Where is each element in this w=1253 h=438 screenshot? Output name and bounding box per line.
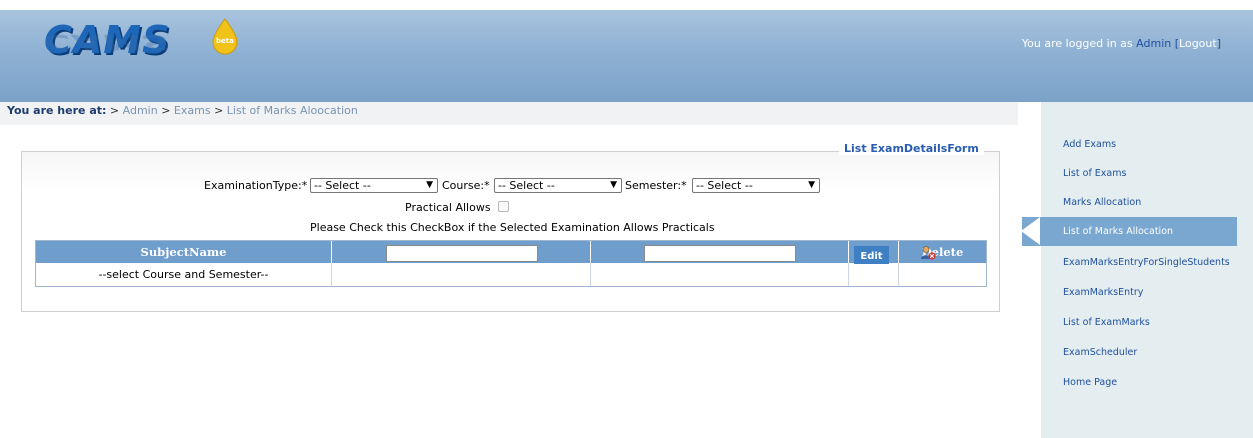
- sidebar-item-list-of-exam-marks[interactable]: List of ExamMarks: [1063, 317, 1150, 328]
- edit-button[interactable]: Edit: [854, 246, 889, 264]
- examination-type-value: -- Select --: [314, 179, 371, 192]
- course-label: Course:*: [442, 179, 490, 192]
- breadcrumb-label: You are here at:: [7, 104, 107, 117]
- user-link[interactable]: Admin: [1136, 37, 1171, 50]
- login-prefix: You are logged in as: [1021, 37, 1133, 50]
- practical-note: Please Check this CheckBox if the Select…: [310, 221, 715, 234]
- breadcrumb-admin[interactable]: Admin: [123, 104, 158, 117]
- column-header-subject-name[interactable]: SubjectName: [36, 241, 332, 263]
- chevron-down-icon: ▼: [808, 180, 815, 190]
- breadcrumb-current[interactable]: List of Marks Aloocation: [227, 104, 358, 117]
- breadcrumb-exams[interactable]: Exams: [174, 104, 211, 117]
- sidebar-active-label: List of Marks Allocation: [1063, 226, 1174, 237]
- sidebar-item-list-of-exams[interactable]: List of Exams: [1063, 168, 1126, 179]
- semester-select[interactable]: -- Select -- ▼: [692, 178, 820, 193]
- sidebar-item-add-exams[interactable]: Add Exams: [1063, 139, 1116, 150]
- cams-logo: CAMS CAMS beta: [40, 16, 270, 86]
- sidebar-item-exam-scheduler[interactable]: ExamScheduler: [1063, 347, 1137, 358]
- delete-user-icon[interactable]: [920, 246, 936, 260]
- form-legend: List ExamDetailsForm: [839, 142, 984, 155]
- semester-label: Semester:*: [625, 179, 687, 192]
- table-row-subject: --select Course and Semester--: [36, 263, 332, 286]
- chevron-down-icon: ▼: [426, 180, 433, 190]
- logo-reflection: CAMS: [44, 29, 171, 54]
- sidebar-item-exam-marks-entry[interactable]: ExamMarksEntry: [1063, 287, 1143, 298]
- logout-link[interactable]: Logout: [1179, 37, 1217, 50]
- chevron-down-icon: ▼: [610, 180, 617, 190]
- sidebar: Add Exams List of Exams Marks Allocation…: [1041, 102, 1253, 438]
- sidebar-item-home-page[interactable]: Home Page: [1063, 377, 1117, 388]
- breadcrumb: You are here at: > Admin > Exams > List …: [0, 102, 1018, 125]
- semester-value: -- Select --: [696, 179, 753, 192]
- course-select[interactable]: -- Select -- ▼: [494, 178, 622, 193]
- table-row-maximum-marks-cell: [332, 263, 591, 286]
- breadcrumb-separator: >: [214, 104, 224, 117]
- breadcrumb-separator: >: [161, 104, 171, 117]
- logout-bracket-close: ]: [1216, 37, 1221, 50]
- breadcrumb-separator: >: [109, 104, 120, 117]
- practical-allows-checkbox[interactable]: [498, 201, 509, 212]
- column-header-delete: Delete: [899, 241, 986, 263]
- pass-marks-input[interactable]: [644, 245, 796, 262]
- page-header: CAMS CAMS beta You are logged in as Admi…: [0, 10, 1253, 102]
- course-value: -- Select --: [498, 179, 555, 192]
- table-row-pass-marks-cell: [591, 263, 849, 286]
- sidebar-item-list-of-marks-allocation[interactable]: List of Marks Allocation: [1021, 217, 1237, 246]
- practical-allows-label: Practical Allows: [405, 201, 491, 214]
- maximum-marks-input[interactable]: [386, 245, 538, 262]
- login-status: You are logged in as Admin [Logout]: [1022, 37, 1221, 50]
- sidebar-item-exam-marks-entry-single[interactable]: ExamMarksEntryForSingleStudents: [1063, 257, 1230, 268]
- examination-type-label: ExaminationType:*: [204, 179, 308, 192]
- table-row-edit-cell: [849, 263, 899, 286]
- examination-type-select[interactable]: -- Select -- ▼: [310, 178, 438, 193]
- sidebar-item-marks-allocation[interactable]: Marks Allocation: [1063, 197, 1141, 208]
- table-row-delete-cell: [899, 263, 986, 286]
- logo-beta-badge: beta: [216, 37, 234, 45]
- marks-allocation-grid: SubjectName MaximumMarks PassMarks Edit …: [35, 240, 987, 287]
